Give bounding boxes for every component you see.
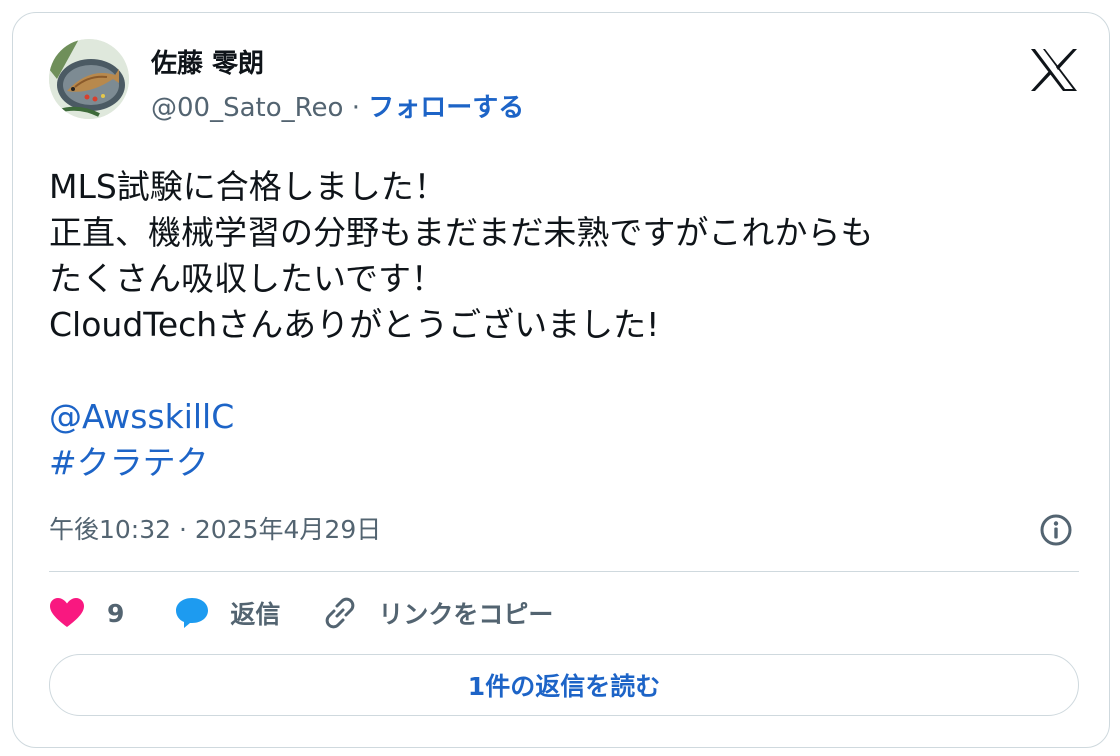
- speech-bubble-icon: [176, 598, 209, 628]
- handle-separator: ·: [343, 93, 369, 123]
- link-chain-icon: [326, 597, 355, 629]
- tweet-text-line: MLS試験に合格しました！: [49, 167, 447, 206]
- divider: [49, 571, 1079, 572]
- author-avatar[interactable]: [49, 39, 129, 119]
- author-handle[interactable]: @00_Sato_Reo: [151, 93, 343, 123]
- copy-link-label: リンクをコピー: [378, 600, 554, 629]
- tweet-actions: 9 返信 リンクをコピー: [49, 591, 553, 635]
- info-circle-icon[interactable]: [1039, 513, 1073, 547]
- reply-label: 返信: [230, 600, 281, 629]
- mention-link[interactable]: @AwsskillC: [49, 397, 234, 436]
- tweet-text-line: 正直、機械学習の分野もまだまだ未熟ですがこれからも: [49, 213, 874, 252]
- follow-link[interactable]: フォローする: [368, 93, 524, 123]
- reply-button[interactable]: 返信: [174, 595, 280, 631]
- like-button[interactable]: 9: [49, 597, 124, 629]
- grilled-fish-plate-image: [49, 39, 129, 119]
- like-count: 9: [107, 598, 125, 628]
- tweet-text: MLS試験に合格しました！ 正直、機械学習の分野もまだまだ未熟ですがこれからも …: [49, 164, 1079, 486]
- hashtag-link[interactable]: #クラテク: [49, 443, 209, 482]
- author-handle-row: @00_Sato_Reo · フォローする: [151, 91, 524, 125]
- read-replies-button[interactable]: 1件の返信を読む: [49, 654, 1079, 716]
- heart-icon: [50, 598, 84, 627]
- tweet-embed-card: 佐藤 零朗 @00_Sato_Reo · フォローする MLS試験に合格しました…: [12, 12, 1110, 748]
- author-name[interactable]: 佐藤 零朗: [151, 47, 264, 81]
- tweet-text-line: CloudTechさんありがとうございました!: [49, 305, 660, 344]
- copy-link-button[interactable]: リンクをコピー: [320, 595, 553, 631]
- tweet-text-line: たくさん吸収したいです！: [49, 259, 445, 298]
- x-logo-icon[interactable]: [1029, 47, 1079, 93]
- tweet-timestamp[interactable]: 午後10:32 · 2025年4月29日: [49, 513, 381, 547]
